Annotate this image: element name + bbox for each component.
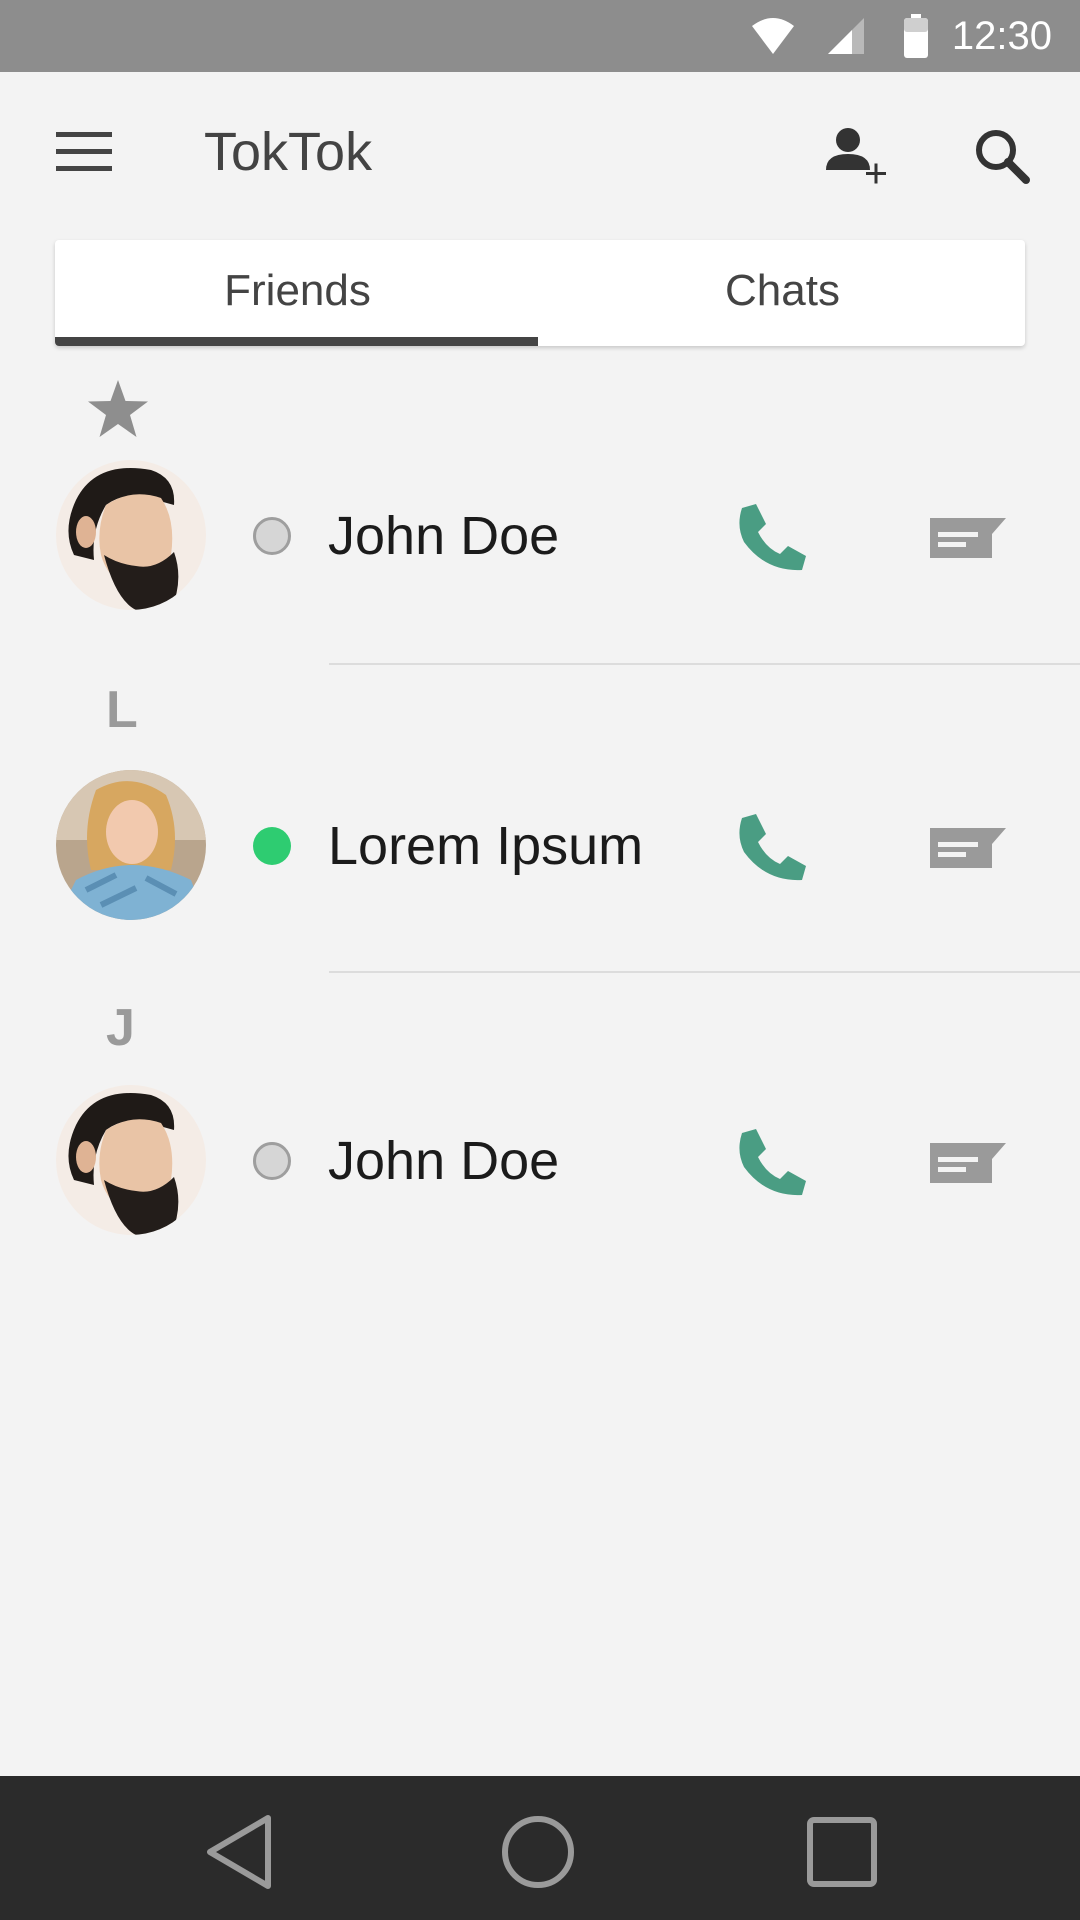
tab-selected-indicator bbox=[55, 337, 538, 346]
message-button[interactable] bbox=[930, 1135, 1006, 1195]
avatar bbox=[56, 460, 206, 610]
avatar bbox=[56, 1085, 206, 1235]
phone-icon bbox=[739, 1129, 806, 1196]
section-header: L bbox=[106, 681, 138, 739]
contact-row[interactable]: John Doe bbox=[0, 1085, 1080, 1245]
recents-button[interactable] bbox=[802, 1812, 882, 1892]
status-time: 12:30 bbox=[951, 14, 1052, 58]
contact-row[interactable]: Lorem Ipsum bbox=[0, 770, 1080, 930]
app-title: TokTok bbox=[204, 122, 373, 182]
tab-chats[interactable]: Chats bbox=[540, 240, 1025, 346]
add-friend-button[interactable] bbox=[824, 124, 888, 188]
contact-name: John Doe bbox=[328, 506, 560, 566]
home-button[interactable] bbox=[498, 1812, 578, 1892]
avatar bbox=[56, 770, 206, 920]
battery-icon bbox=[904, 14, 928, 58]
search-button[interactable] bbox=[972, 126, 1032, 186]
phone-icon bbox=[739, 814, 806, 881]
home-icon bbox=[502, 1816, 574, 1888]
presence-indicator-offline bbox=[253, 517, 291, 555]
recents-icon bbox=[807, 1817, 877, 1887]
star-icon bbox=[88, 380, 148, 437]
wifi-icon bbox=[752, 18, 794, 54]
signal-icon bbox=[828, 18, 864, 54]
call-button[interactable] bbox=[736, 502, 808, 574]
tab-chats-label: Chats bbox=[725, 266, 840, 315]
back-button[interactable] bbox=[200, 1812, 280, 1892]
back-icon bbox=[207, 1815, 271, 1889]
contact-name: Lorem Ipsum bbox=[328, 816, 644, 876]
system-nav-bar bbox=[0, 1776, 1080, 1920]
presence-indicator-online bbox=[253, 827, 291, 865]
message-button[interactable] bbox=[930, 820, 1006, 880]
section-header: J bbox=[106, 999, 135, 1057]
add-friend-icon bbox=[826, 128, 886, 184]
app-bar: TokTok bbox=[0, 72, 1080, 232]
message-icon bbox=[930, 1143, 1006, 1183]
status-bar: 12:30 bbox=[0, 0, 1080, 72]
contact-row[interactable]: John Doe bbox=[0, 460, 1080, 620]
menu-icon bbox=[56, 132, 112, 171]
message-button[interactable] bbox=[930, 510, 1006, 570]
search-icon bbox=[976, 130, 1030, 184]
call-button[interactable] bbox=[736, 1127, 808, 1199]
divider bbox=[329, 971, 1080, 973]
divider bbox=[329, 663, 1080, 665]
tab-bar: Friends Chats bbox=[55, 240, 1025, 346]
message-icon bbox=[930, 518, 1006, 558]
message-icon bbox=[930, 828, 1006, 868]
contact-name: John Doe bbox=[328, 1131, 560, 1191]
presence-indicator-offline bbox=[253, 1142, 291, 1180]
call-button[interactable] bbox=[736, 812, 808, 884]
tab-friends[interactable]: Friends bbox=[55, 240, 540, 346]
menu-button[interactable] bbox=[56, 132, 112, 172]
phone-icon bbox=[739, 504, 806, 571]
tab-friends-label: Friends bbox=[224, 266, 371, 315]
